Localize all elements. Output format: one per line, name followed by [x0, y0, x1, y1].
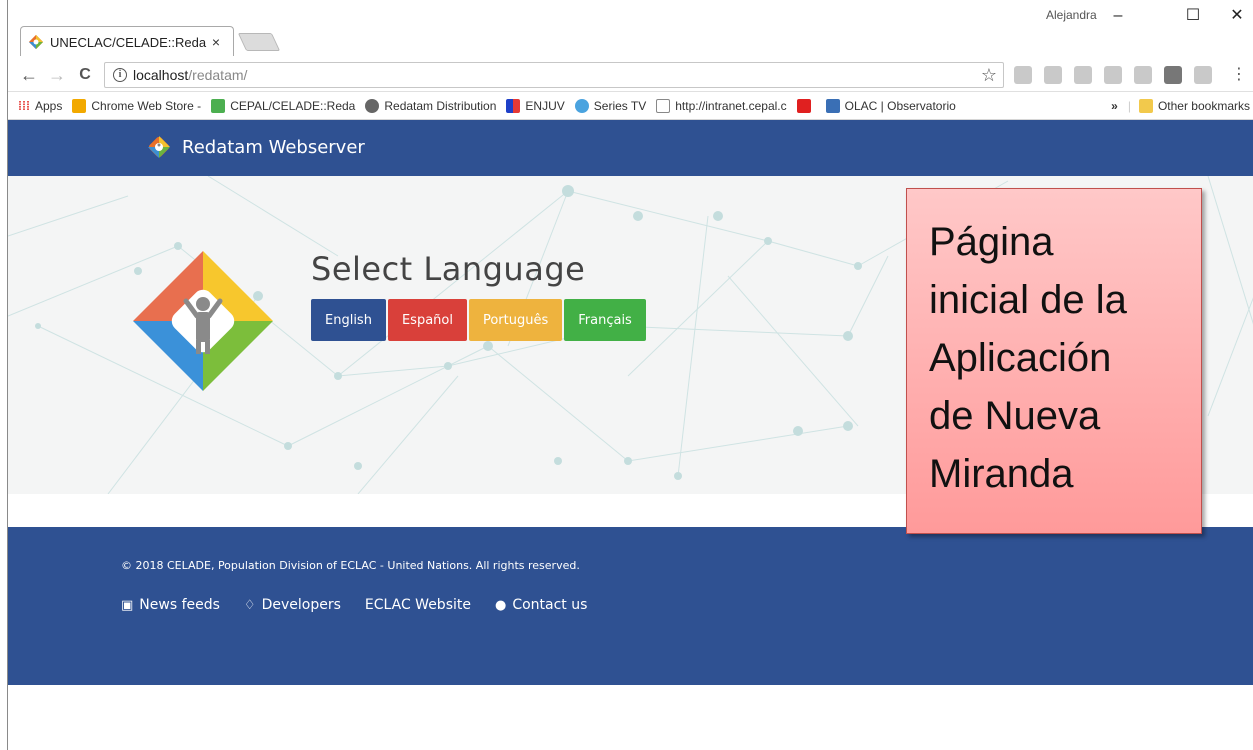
footer-links: ▣ News feeds ♢ Developers ECLAC Website … — [121, 597, 611, 613]
bookmark-favicon-icon — [72, 98, 87, 113]
bookmark-item[interactable]: Series TV — [574, 98, 647, 113]
brand-name: Redatam Webserver — [182, 136, 365, 158]
tab-content[interactable]: UNECLAC/CELADE::Reda × — [28, 29, 224, 55]
youtube-icon — [796, 98, 811, 113]
url-host: localhost — [133, 67, 189, 83]
bookmark-label: CEPAL/CELADE::Reda — [230, 98, 356, 113]
redatam-large-logo-icon — [133, 251, 273, 391]
profile-name[interactable]: Alejandra — [1046, 8, 1097, 22]
portugues-button[interactable]: Português — [468, 299, 563, 341]
title-bar: UNECLAC/CELADE::Reda × Alejandra – ☐ ✕ — [8, 0, 1253, 60]
callout-line: Aplicación — [929, 336, 1112, 380]
minimize-button[interactable]: – — [1103, 3, 1133, 29]
user-icon: ● — [494, 597, 507, 613]
developers-link[interactable]: ♢ Developers — [244, 597, 341, 613]
link-label: News feeds — [139, 597, 220, 613]
browser-toolbar: ← → C i localhost /redatam/ ☆ ⋮ — [8, 60, 1253, 92]
link-label: ECLAC Website — [364, 597, 471, 613]
extension-icon[interactable] — [1044, 66, 1062, 84]
bookmark-label: Apps — [35, 98, 63, 113]
site-footer: © 2018 CELADE, Population Division of EC… — [8, 527, 1253, 685]
site-info-icon[interactable]: i — [113, 68, 127, 82]
browser-window: UNECLAC/CELADE::Reda × Alejandra – ☐ ✕ ←… — [7, 0, 1253, 750]
bookmark-favicon-icon — [211, 98, 226, 113]
bookmark-star-icon[interactable]: ☆ — [981, 65, 997, 86]
extension-icon[interactable] — [1164, 66, 1182, 84]
bookmarks-overflow-button[interactable]: » — [1111, 99, 1118, 113]
copyright-text: © 2018 CELADE, Population Division of EC… — [121, 559, 580, 572]
bookmarks-right: » | Other bookmarks — [1111, 98, 1253, 113]
bookmark-favicon-icon — [574, 98, 589, 113]
bookmark-item[interactable]: http://intranet.cepal.c — [656, 98, 787, 113]
site-brand[interactable]: Redatam Webserver — [146, 134, 365, 160]
site-navbar: Redatam Webserver — [8, 120, 1253, 176]
espanol-button[interactable]: Español — [387, 299, 467, 341]
bookmark-item[interactable]: Chrome Web Store - — [72, 98, 202, 113]
extension-icon[interactable] — [1134, 66, 1152, 84]
extension-icon[interactable] — [1194, 66, 1212, 84]
url-path: /redatam/ — [188, 67, 248, 83]
bookmark-item[interactable]: CEPAL/CELADE::Reda — [211, 98, 356, 113]
language-buttons: English Español Português Français — [311, 299, 648, 341]
bookmark-label: Chrome Web Store - — [91, 98, 202, 113]
link-label: Developers — [261, 597, 341, 613]
back-button[interactable]: ← — [18, 64, 40, 86]
bookmark-item[interactable]: Redatam Distribution — [365, 98, 497, 113]
link-label: Contact us — [512, 597, 588, 613]
close-window-button[interactable]: ✕ — [1222, 3, 1252, 29]
page-icon — [656, 98, 671, 113]
bookmark-label: ENJUV — [525, 98, 565, 113]
extension-icon[interactable] — [1074, 66, 1092, 84]
callout-line: Página — [929, 220, 1054, 264]
bookmark-label: http://intranet.cepal.c — [675, 98, 787, 113]
redatam-favicon-icon — [28, 34, 44, 50]
new-tab-button[interactable] — [237, 33, 281, 51]
reload-button[interactable]: C — [74, 64, 96, 86]
folder-icon — [1138, 98, 1153, 113]
callout-line: inicial de la — [929, 278, 1127, 322]
bookmark-favicon-icon — [506, 98, 521, 113]
english-button[interactable]: English — [311, 299, 386, 341]
divider: | — [1127, 98, 1131, 113]
callout-line: de Nueva — [929, 394, 1101, 438]
extension-icon[interactable] — [1104, 66, 1122, 84]
annotation-callout: Página inicial de la Aplicación de Nueva… — [906, 188, 1202, 534]
other-bookmarks[interactable]: Other bookmarks — [1158, 99, 1250, 113]
contact-us-link[interactable]: ● Contact us — [495, 597, 587, 613]
eclac-website-link[interactable]: ECLAC Website — [365, 597, 471, 613]
select-language-heading: Select Language — [311, 250, 586, 288]
news-feeds-link[interactable]: ▣ News feeds — [121, 597, 220, 613]
diamond-icon: ♢ — [243, 597, 256, 613]
tab-close-icon[interactable]: × — [208, 34, 224, 50]
rss-icon: ▣ — [121, 597, 134, 613]
francais-button[interactable]: Français — [564, 299, 646, 341]
bookmark-item[interactable]: OLAC | Observatorio — [825, 98, 956, 113]
address-bar[interactable]: i localhost /redatam/ ☆ — [104, 62, 1004, 88]
apps-grid-icon: ⁞⁞⁞ — [18, 98, 30, 113]
tab-title: UNECLAC/CELADE::Reda — [50, 34, 207, 50]
bookmark-label: OLAC | Observatorio — [844, 98, 956, 113]
bookmark-item[interactable]: ENJUV — [506, 98, 565, 113]
bookmark-label: Series TV — [593, 98, 647, 113]
bookmark-item[interactable] — [796, 98, 816, 113]
forward-button[interactable]: → — [46, 64, 68, 86]
bookmark-favicon-icon — [365, 98, 380, 113]
menu-kebab-icon[interactable]: ⋮ — [1228, 64, 1250, 86]
redatam-logo-icon — [148, 136, 170, 158]
bookmarks-bar: ⁞⁞⁞ Apps Chrome Web Store - CEPAL/CELADE… — [8, 92, 1253, 120]
bookmark-favicon-icon — [825, 98, 840, 113]
extension-icon[interactable] — [1014, 66, 1032, 84]
bookmark-label: Redatam Distribution — [384, 98, 497, 113]
bookmark-apps[interactable]: ⁞⁞⁞ Apps — [18, 99, 62, 113]
callout-line: Miranda — [929, 452, 1074, 496]
maximize-button[interactable]: ☐ — [1178, 3, 1208, 29]
